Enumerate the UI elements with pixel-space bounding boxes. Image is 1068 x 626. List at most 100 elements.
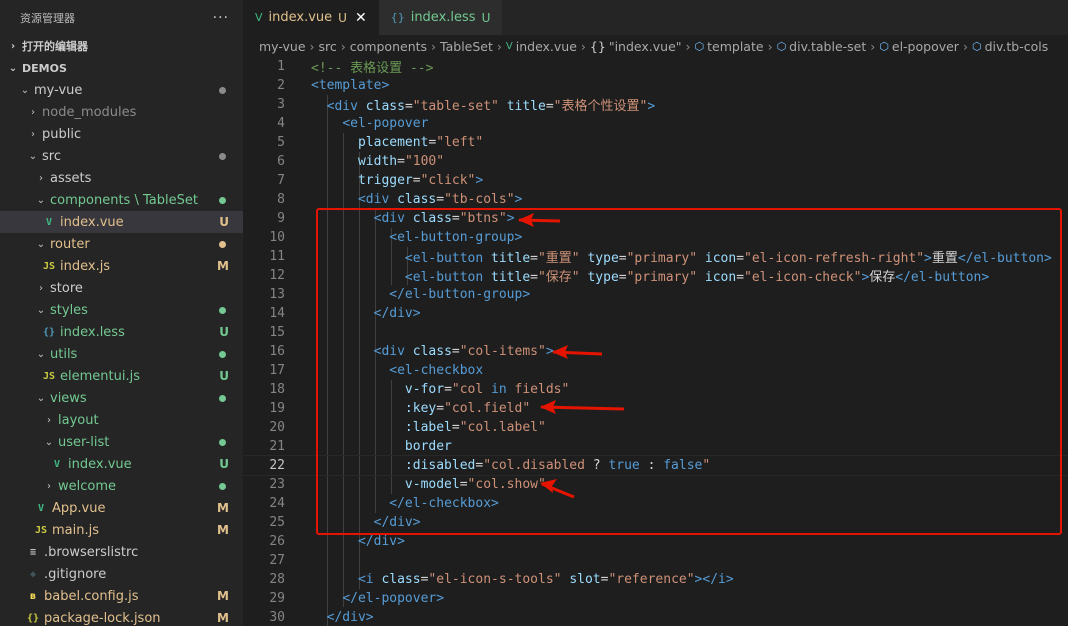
list-file-icon: ≡ xyxy=(29,546,37,558)
chevron-right-icon: › xyxy=(340,38,346,54)
annotation-arrow xyxy=(540,400,625,414)
code-line[interactable]: 28 <i class="el-icon-s-tools" slot="refe… xyxy=(243,570,1068,589)
workspace-section[interactable]: ⌄ DEMOS xyxy=(0,57,243,79)
tree-file[interactable]: ≡ .browserslistrc xyxy=(0,541,243,563)
code-line[interactable]: 1 <!-- 表格设置 --> xyxy=(243,57,1068,76)
code-token: class xyxy=(397,192,437,207)
tree-folder[interactable]: › store xyxy=(0,277,243,299)
tree-file[interactable]: JS index.js M xyxy=(0,255,243,277)
tree-folder[interactable]: › assets xyxy=(0,167,243,189)
line-number: 7 xyxy=(277,173,285,188)
code-token: "left" xyxy=(436,135,484,150)
line-number: 20 xyxy=(269,420,285,435)
status-dot xyxy=(219,350,226,358)
tab-status-badge: U xyxy=(338,10,347,25)
breadcrumb-item[interactable]: TableSet xyxy=(440,39,493,54)
tree-file[interactable]: JS main.js M xyxy=(0,519,243,541)
explorer-header: 资源管理器 ··· xyxy=(0,0,243,35)
git-status-badge: M xyxy=(217,259,229,273)
tree-item-label: node_modules xyxy=(42,104,137,120)
breadcrumb-item[interactable]: div.tb-cols xyxy=(985,39,1049,54)
tree-folder[interactable]: ⌄ utils xyxy=(0,343,243,365)
code-token: "reference" xyxy=(608,572,695,587)
code-line[interactable]: 2 <template> xyxy=(243,76,1068,95)
code-line[interactable]: 6 width="100" xyxy=(243,152,1068,171)
breadcrumb-item[interactable]: el-popover xyxy=(892,39,959,54)
code-token: = xyxy=(397,154,405,169)
code-token: > xyxy=(514,192,523,207)
tree-item-label: utils xyxy=(50,346,78,362)
tab-status-badge: U xyxy=(481,10,491,25)
code-token: "tb-cols" xyxy=(444,192,515,207)
tree-file[interactable]: {} index.less U xyxy=(0,321,243,343)
chevron-right-icon: › xyxy=(685,38,691,54)
tree-folder[interactable]: ⌄ components \ TableSet xyxy=(0,189,243,211)
code-line[interactable]: 5 placement="left" xyxy=(243,133,1068,152)
code-line[interactable]: 4 <el-popover xyxy=(243,114,1068,133)
explorer-title: 资源管理器 xyxy=(20,11,75,25)
breadcrumb-item[interactable]: src xyxy=(319,39,337,54)
code-line[interactable]: 7 trigger="click"> xyxy=(243,171,1068,190)
chevron-right-icon: › xyxy=(47,480,51,492)
code-token: <el-popover xyxy=(342,116,429,131)
chevron-right-icon: › xyxy=(39,282,43,294)
code-line[interactable]: 29 </el-popover> xyxy=(243,589,1068,608)
code-line[interactable]: 30 </div> xyxy=(243,608,1068,626)
code-line[interactable]: 8 <div class="tb-cols"> xyxy=(243,190,1068,209)
tree-item-label: index.vue xyxy=(60,214,124,230)
line-number: 16 xyxy=(269,344,285,359)
tree-item-label: my-vue xyxy=(34,82,83,98)
code-token: "click" xyxy=(420,173,476,188)
tree-file[interactable]: V App.vue M xyxy=(0,497,243,519)
breadcrumb-item[interactable]: "index.vue" xyxy=(609,39,682,54)
vue-file-icon: V xyxy=(505,40,513,52)
breadcrumb-item[interactable]: components xyxy=(350,39,427,54)
tab-index-less[interactable]: {} index.less U xyxy=(378,0,503,35)
tree-file[interactable]: Vindex.vue U xyxy=(0,453,243,475)
line-number: 24 xyxy=(269,496,285,511)
code-line[interactable]: 27 xyxy=(243,551,1068,570)
git-status-badge: U xyxy=(219,369,229,383)
tab-label: index.vue xyxy=(268,10,333,25)
code-token: "el-icon-s-tools" xyxy=(428,572,562,587)
breadcrumb: my-vue › src › components › TableSet › Vinde… xyxy=(243,35,1068,57)
tree-folder[interactable]: ⌄ my-vue xyxy=(0,79,243,101)
tree-folder[interactable]: › welcome xyxy=(0,475,243,497)
tree-folder[interactable]: ⌄ src xyxy=(0,145,243,167)
file-tree: ⌄ my-vue › node_modules › public ⌄ src › assets ⌄ c… xyxy=(0,79,243,626)
git-status-badge: M xyxy=(217,611,229,625)
tab-index-vue[interactable]: V index.vue U ✕ xyxy=(243,0,379,35)
tree-file[interactable]: ◆ .gitignore xyxy=(0,563,243,585)
breadcrumb-item[interactable]: div.table-set xyxy=(789,39,866,54)
tree-folder[interactable]: ⌄ router xyxy=(0,233,243,255)
code-token: <template> xyxy=(311,78,390,93)
tree-folder[interactable]: › node_modules xyxy=(0,101,243,123)
tree-item-label: src xyxy=(42,148,61,164)
code-line[interactable]: 3 <div class="table-set" title="表格个性设置"> xyxy=(243,95,1068,114)
tree-folder[interactable]: › layout xyxy=(0,409,243,431)
vue-file-icon: V xyxy=(37,502,45,514)
tree-file[interactable]: JS elementui.js U xyxy=(0,365,243,387)
code-token: <!-- 表格设置 --> xyxy=(311,61,434,76)
breadcrumb-item[interactable]: my-vue xyxy=(259,39,306,54)
tree-item-label: .browserslistrc xyxy=(44,544,139,560)
tree-item-label: main.js xyxy=(52,522,99,538)
tree-file[interactable]: {} package-lock.json M xyxy=(0,607,243,626)
tree-file[interactable]: ʙ babel.config.js M xyxy=(0,585,243,607)
tree-folder[interactable]: ⌄ user-list xyxy=(0,431,243,453)
close-icon[interactable]: ✕ xyxy=(355,10,367,26)
tree-folder[interactable]: ⌄ styles xyxy=(0,299,243,321)
tree-folder[interactable]: › public xyxy=(0,123,243,145)
tree-folder[interactable]: ⌄ views xyxy=(0,387,243,409)
breadcrumb-item[interactable]: index.vue xyxy=(516,39,577,54)
open-editors-section[interactable]: › 打开的编辑器 xyxy=(0,35,243,57)
status-dot xyxy=(219,482,226,490)
line-number: 1 xyxy=(277,59,285,74)
tree-file[interactable]: Vindex.vue U xyxy=(0,211,243,233)
breadcrumb-item[interactable]: template xyxy=(707,39,763,54)
more-actions-icon[interactable]: ··· xyxy=(213,10,229,26)
tree-item-label: index.less xyxy=(60,324,125,340)
